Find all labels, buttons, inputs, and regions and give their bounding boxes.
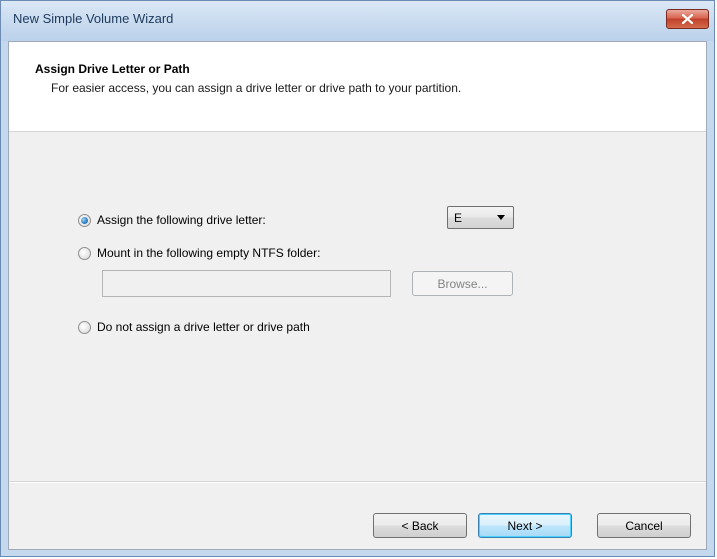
- title-bar[interactable]: New Simple Volume Wizard: [1, 1, 714, 41]
- drive-letter-value: E: [454, 210, 463, 225]
- close-button[interactable]: [666, 9, 709, 29]
- folder-path-input[interactable]: [102, 270, 391, 297]
- wizard-header: Assign Drive Letter or Path For easier a…: [9, 42, 706, 132]
- radio-button[interactable]: [78, 246, 91, 260]
- radio-mount-folder[interactable]: Mount in the following empty NTFS folder…: [78, 245, 320, 261]
- page-subtitle: For easier access, you can assign a driv…: [51, 81, 462, 95]
- radio-assign-letter-label: Assign the following drive letter:: [97, 213, 266, 227]
- footer-divider: [9, 481, 706, 483]
- page-title: Assign Drive Letter or Path: [35, 62, 190, 76]
- browse-button[interactable]: Browse...: [412, 271, 513, 296]
- wizard-client-area: Assign Drive Letter or Path For easier a…: [8, 41, 707, 550]
- chevron-down-icon: [497, 215, 505, 220]
- radio-mount-folder-label: Mount in the following empty NTFS folder…: [97, 246, 321, 260]
- radio-no-assign[interactable]: Do not assign a drive letter or drive pa…: [78, 319, 310, 335]
- next-button[interactable]: Next >: [478, 513, 572, 538]
- radio-no-assign-label: Do not assign a drive letter or drive pa…: [97, 320, 310, 334]
- drive-letter-dropdown[interactable]: E: [447, 206, 514, 229]
- radio-assign-letter[interactable]: Assign the following drive letter:: [78, 212, 266, 228]
- window-title: New Simple Volume Wizard: [13, 11, 174, 26]
- cancel-button[interactable]: Cancel: [597, 513, 691, 538]
- radio-button-selected[interactable]: [78, 213, 91, 227]
- back-button[interactable]: < Back: [373, 513, 467, 538]
- close-x-icon: [682, 14, 693, 24]
- radio-button[interactable]: [78, 320, 91, 334]
- wizard-window: New Simple Volume Wizard Assign Drive Le…: [0, 0, 715, 557]
